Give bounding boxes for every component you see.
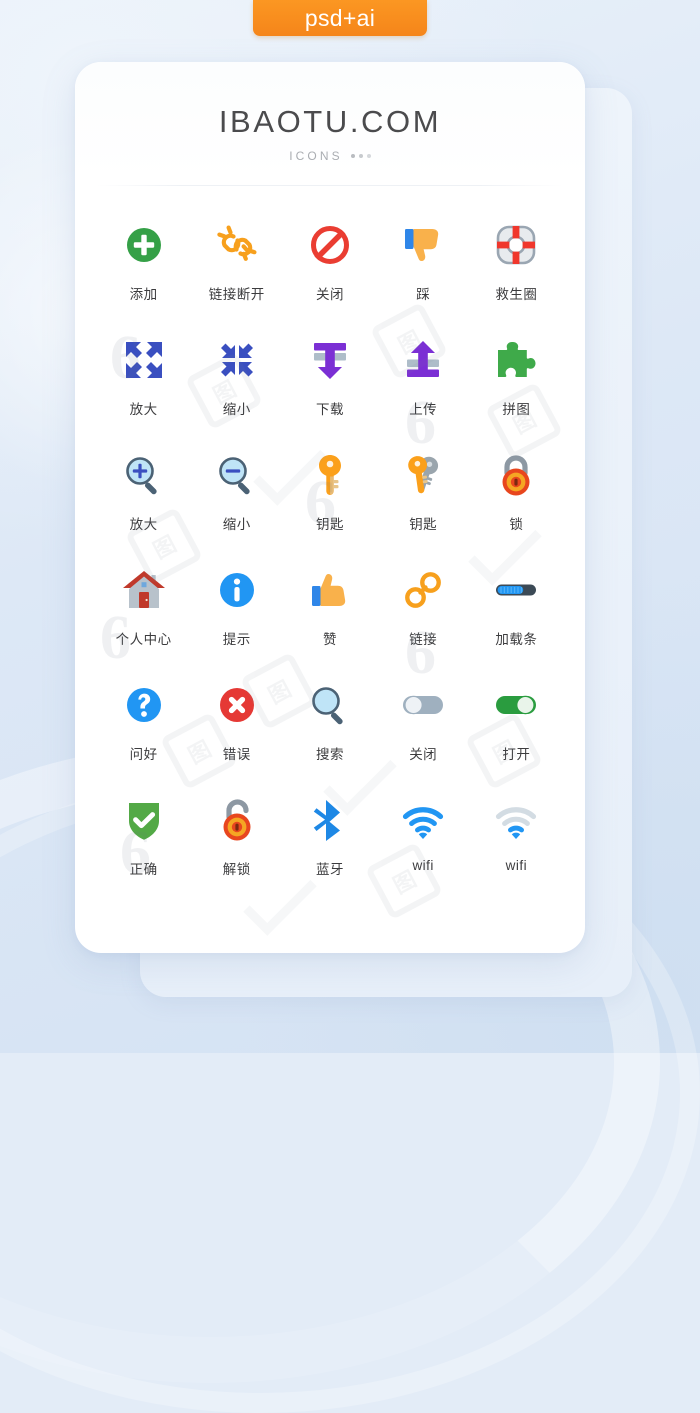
- icon-label: 个人中心: [115, 632, 172, 647]
- icon-label: 正确: [129, 862, 158, 877]
- icon-label: wifi: [412, 858, 434, 873]
- icon-label: 关闭: [409, 747, 438, 762]
- toggle-on-icon[interactable]: [484, 676, 548, 734]
- toggle-off-icon[interactable]: [391, 676, 455, 734]
- icon-cell[interactable]: 缩小: [190, 331, 283, 446]
- lock-open-icon[interactable]: [205, 791, 269, 849]
- icon-cell[interactable]: 添加: [97, 216, 190, 331]
- icon-label: 踩: [416, 287, 431, 302]
- wifi-full-icon[interactable]: [391, 791, 455, 849]
- icon-label: 拼图: [502, 402, 531, 417]
- add-circle-icon[interactable]: [112, 216, 176, 274]
- icon-label: 蓝牙: [315, 862, 344, 877]
- home-icon[interactable]: [112, 561, 176, 619]
- expand-arrows-icon[interactable]: [112, 331, 176, 389]
- key-icon[interactable]: [298, 446, 362, 504]
- shield-check-icon[interactable]: [112, 791, 176, 849]
- search-icon[interactable]: [298, 676, 362, 734]
- icon-cell[interactable]: 链接: [377, 561, 470, 676]
- two-keys-icon[interactable]: [391, 446, 455, 504]
- icon-cell[interactable]: 蓝牙: [283, 791, 376, 906]
- icon-cell[interactable]: 放大: [97, 331, 190, 446]
- icon-label: 关闭: [315, 287, 344, 302]
- lifebuoy-icon[interactable]: [484, 216, 548, 274]
- page-subtitle: ICONS: [75, 149, 585, 163]
- icon-cell[interactable]: 错误: [190, 676, 283, 791]
- collapse-arrows-icon[interactable]: [205, 331, 269, 389]
- icon-cell[interactable]: 链接断开: [190, 216, 283, 331]
- icon-label: 锁: [509, 517, 524, 532]
- zoom-out-icon[interactable]: [205, 446, 269, 504]
- icon-cell[interactable]: 关闭: [377, 676, 470, 791]
- icon-cell[interactable]: 赞: [283, 561, 376, 676]
- icon-label: 搜索: [315, 747, 344, 762]
- icon-label: 钥匙: [409, 517, 438, 532]
- icon-label: 放大: [129, 402, 158, 417]
- icon-label: 问好: [129, 747, 158, 762]
- icon-cell[interactable]: 提示: [190, 561, 283, 676]
- page-title: IBAOTU.COM: [218, 104, 442, 139]
- info-circle-icon[interactable]: [205, 561, 269, 619]
- psd-ai-badge: psd+ai: [253, 0, 427, 36]
- icon-label: 钥匙: [315, 517, 344, 532]
- icon-cell[interactable]: 个人中心: [97, 561, 190, 676]
- thumbs-down-icon[interactable]: [391, 216, 455, 274]
- subtitle-dots: [350, 154, 371, 158]
- prohibition-icon[interactable]: [298, 216, 362, 274]
- icon-cell[interactable]: 正确: [97, 791, 190, 906]
- icon-label: 添加: [129, 287, 158, 302]
- icon-cell[interactable]: 缩小: [190, 446, 283, 561]
- icon-cell[interactable]: 打开: [470, 676, 563, 791]
- icon-label: 解锁: [222, 862, 251, 877]
- icon-label: 提示: [222, 632, 251, 647]
- icon-label: 缩小: [222, 517, 251, 532]
- broken-link-icon[interactable]: [205, 216, 269, 274]
- icon-label: wifi: [505, 858, 528, 873]
- bluetooth-icon[interactable]: [298, 791, 362, 849]
- wifi-weak-icon[interactable]: [484, 791, 548, 849]
- icon-cell[interactable]: 加载条: [470, 561, 563, 676]
- icon-cell[interactable]: 搜索: [283, 676, 376, 791]
- icon-cell[interactable]: 拼图: [470, 331, 563, 446]
- thumbs-up-icon[interactable]: [298, 561, 362, 619]
- icon-label: 上传: [409, 402, 438, 417]
- icon-cell[interactable]: 问好: [97, 676, 190, 791]
- icon-cell[interactable]: 下载: [283, 331, 376, 446]
- puzzle-piece-icon[interactable]: [484, 331, 548, 389]
- icon-cell[interactable]: 关闭: [283, 216, 376, 331]
- icon-label: 错误: [222, 747, 251, 762]
- subtitle-text: ICONS: [289, 149, 343, 163]
- icon-cell[interactable]: 上传: [377, 331, 470, 446]
- icon-label: 缩小: [222, 402, 251, 417]
- icon-label: 放大: [129, 517, 158, 532]
- icon-cell[interactable]: wifi: [470, 791, 563, 906]
- zoom-in-icon[interactable]: [112, 446, 176, 504]
- icon-grid: 添加 链接断开 关闭踩救生圈 放大 缩小 下载 上传 拼图 放大 缩小 钥匙 钥匙锁个人中心 提示赞链接…: [75, 186, 585, 906]
- question-circle-icon[interactable]: [112, 676, 176, 734]
- icon-cell[interactable]: wifi: [377, 791, 470, 906]
- chain-link-icon[interactable]: [391, 561, 455, 619]
- icon-label: 加载条: [495, 632, 538, 647]
- icon-label: 链接断开: [208, 287, 265, 302]
- lock-closed-icon[interactable]: [484, 446, 548, 504]
- icon-showcase-card: IBAOTU.COM ICONS 添加 链接断开 关闭踩救生圈 放大 缩小 下载 上传 拼图放…: [75, 62, 585, 953]
- icon-cell[interactable]: 放大: [97, 446, 190, 561]
- upload-icon[interactable]: [391, 331, 455, 389]
- loading-bar-icon[interactable]: [484, 561, 548, 619]
- icon-cell[interactable]: 救生圈: [470, 216, 563, 331]
- icon-label: 下载: [315, 402, 344, 417]
- icon-cell[interactable]: 踩: [377, 216, 470, 331]
- card-header: IBAOTU.COM ICONS: [75, 62, 585, 186]
- download-icon[interactable]: [298, 331, 362, 389]
- icon-cell[interactable]: 钥匙: [283, 446, 376, 561]
- error-circle-icon[interactable]: [205, 676, 269, 734]
- icon-cell[interactable]: 解锁: [190, 791, 283, 906]
- icon-cell[interactable]: 锁: [470, 446, 563, 561]
- icon-label: 赞: [322, 632, 337, 647]
- icon-label: 链接: [409, 632, 438, 647]
- icon-label: 打开: [502, 747, 531, 762]
- icon-cell[interactable]: 钥匙: [377, 446, 470, 561]
- icon-label: 救生圈: [495, 287, 538, 302]
